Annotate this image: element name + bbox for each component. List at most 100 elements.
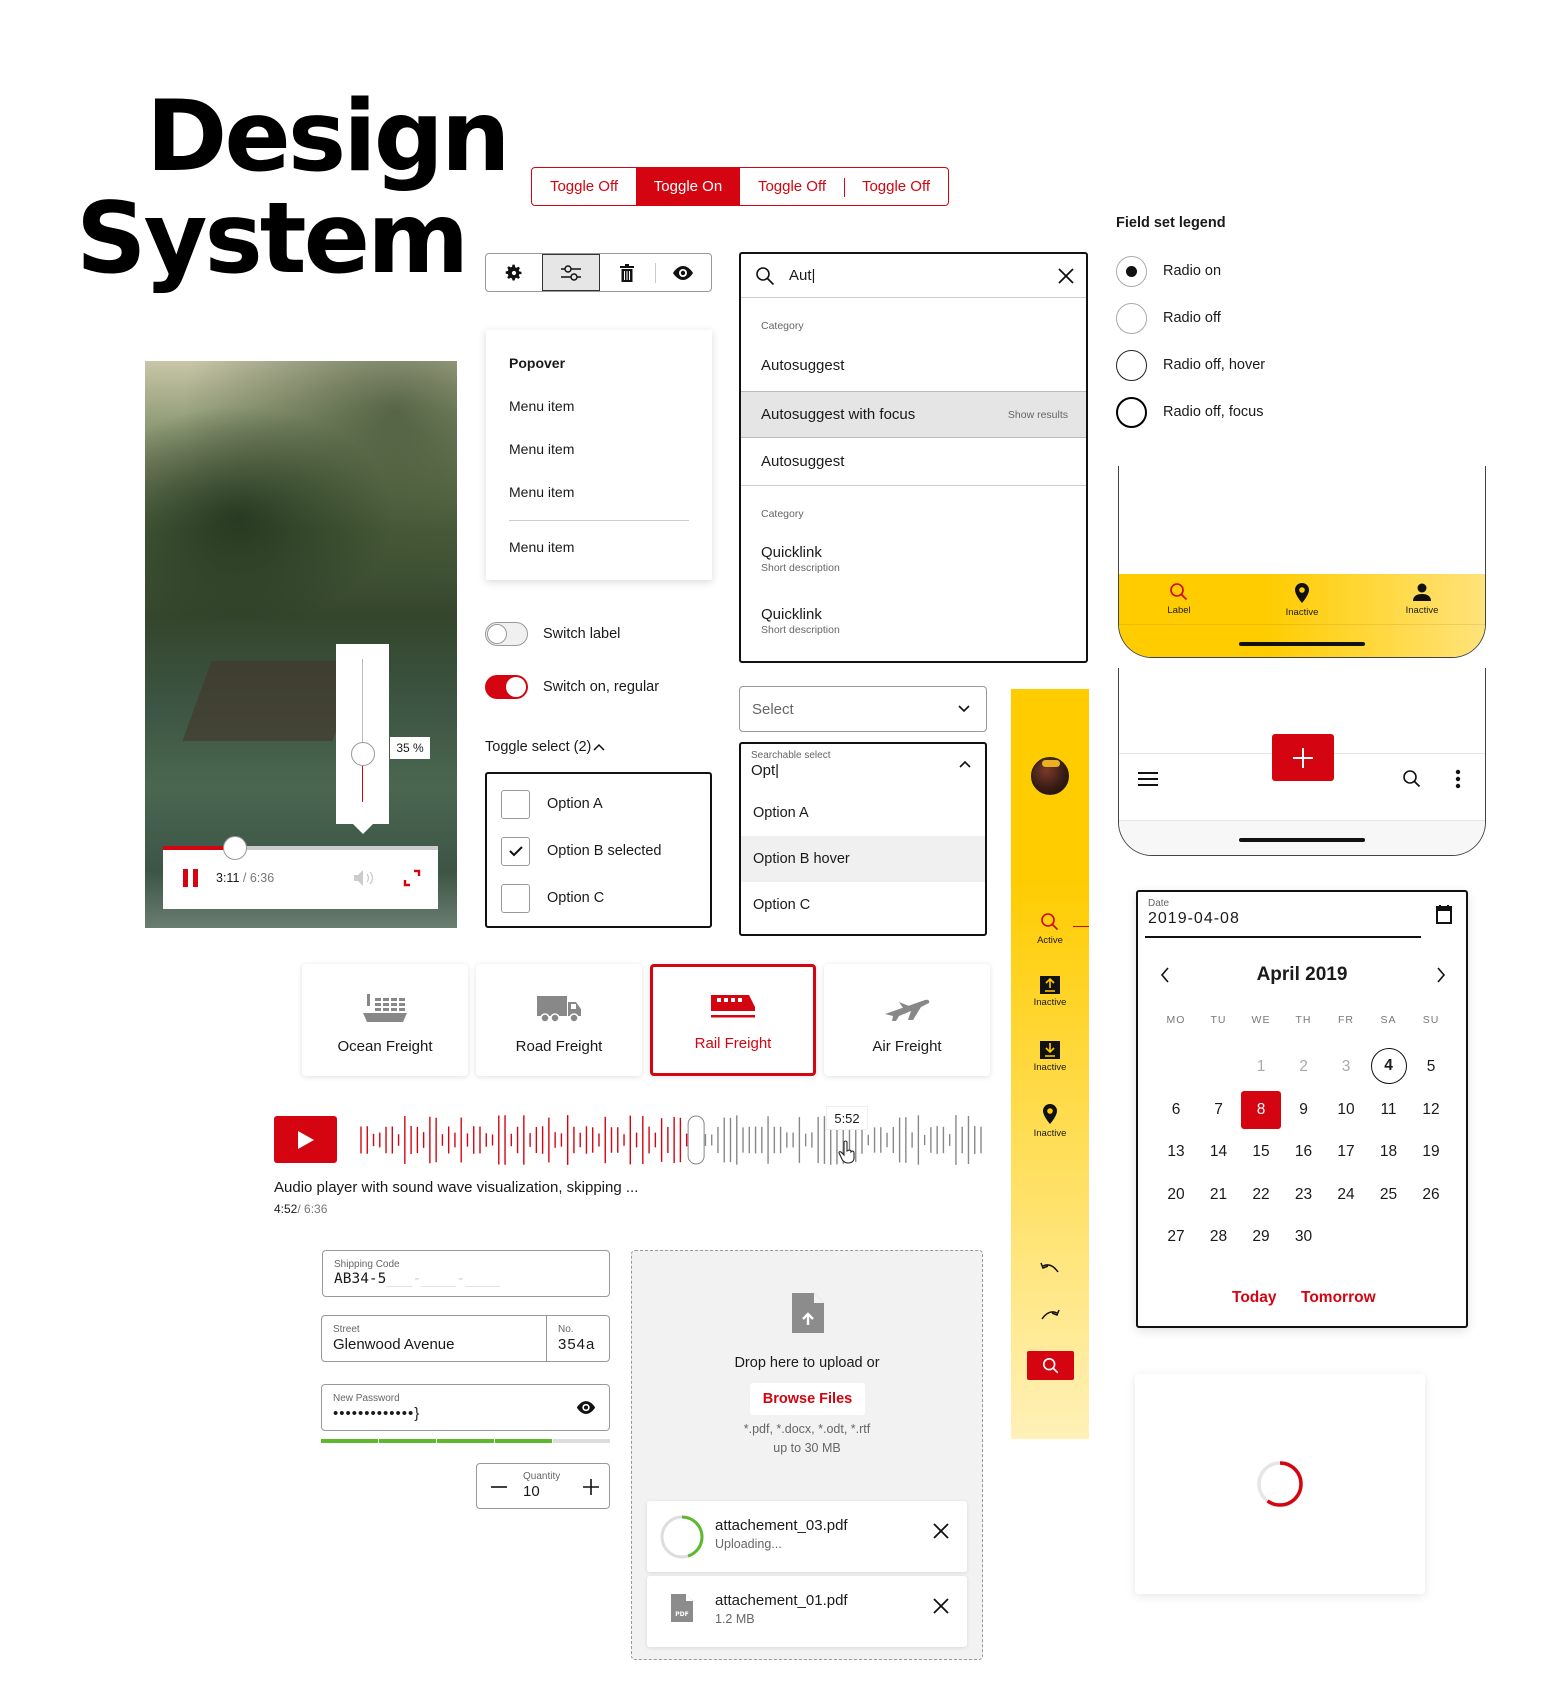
calendar-day[interactable]: 28 [1199, 1218, 1239, 1256]
waveform-scrubber[interactable] [687, 1115, 705, 1165]
calendar-icon[interactable] [1436, 904, 1452, 924]
audio-waveform[interactable] [357, 1112, 985, 1168]
calendar-day[interactable]: 17 [1326, 1133, 1366, 1171]
delete-button[interactable] [600, 254, 656, 291]
file-upload-dropzone[interactable]: Drop here to upload or Browse Files *.pd… [631, 1250, 983, 1660]
calendar-day[interactable]: 25 [1369, 1176, 1409, 1214]
date-input[interactable]: 2019-04-08 [1148, 910, 1240, 928]
side-nav-item-upload[interactable]: Inactive [1011, 976, 1089, 1008]
view-button[interactable] [655, 254, 711, 291]
redo-icon[interactable] [1040, 1309, 1060, 1323]
calendar-day[interactable]: 18 [1369, 1133, 1409, 1171]
freight-option-ocean[interactable]: Ocean Freight [302, 964, 468, 1076]
calendar-day[interactable]: 19 [1411, 1133, 1451, 1171]
quantity-input[interactable]: 10 [523, 1483, 540, 1500]
calendar-day[interactable]: 24 [1326, 1176, 1366, 1214]
house-number-field[interactable]: No. 354a [546, 1316, 609, 1361]
calendar-day[interactable]: 22 [1241, 1176, 1281, 1214]
search-icon[interactable] [1402, 769, 1422, 789]
calendar-day[interactable]: 27 [1156, 1218, 1196, 1256]
side-nav-item-active[interactable]: Active [1011, 912, 1089, 946]
radio-on[interactable] [1116, 256, 1147, 287]
select-option[interactable]: Option C [741, 882, 985, 928]
calendar-day[interactable]: 30 [1284, 1218, 1324, 1256]
calendar-day[interactable]: 14 [1199, 1133, 1239, 1171]
menu-item[interactable]: Menu item [509, 484, 574, 500]
close-icon[interactable] [933, 1598, 949, 1614]
suggestion-item-focused[interactable]: Autosuggest with focus Show results [741, 391, 1086, 438]
freight-option-road[interactable]: Road Freight [476, 964, 642, 1076]
calendar-day[interactable]: 16 [1284, 1133, 1324, 1171]
chevron-right-icon[interactable] [1436, 967, 1446, 983]
search-button[interactable] [1027, 1351, 1074, 1380]
eye-icon[interactable] [575, 1400, 597, 1415]
quicklink-item[interactable]: Quicklink Short description [741, 606, 1086, 636]
menu-item[interactable]: Menu item [509, 398, 574, 414]
menu-item[interactable]: Menu item [509, 441, 574, 457]
volume-handle[interactable] [351, 742, 375, 766]
calendar-day[interactable]: 20 [1156, 1176, 1196, 1214]
search-input[interactable]: Aut| [789, 267, 815, 284]
hamburger-menu-icon[interactable] [1137, 771, 1159, 787]
more-vertical-icon[interactable] [1455, 769, 1461, 789]
suggestion-item[interactable]: Autosuggest [741, 438, 1086, 485]
menu-item[interactable]: Menu item [509, 539, 574, 555]
calendar-day[interactable]: 29 [1241, 1218, 1281, 1256]
toggle-button-2[interactable]: Toggle On [636, 168, 740, 205]
radio-off-hover[interactable] [1116, 350, 1147, 381]
radio-off[interactable] [1116, 303, 1147, 334]
toggle-button-3[interactable]: Toggle Off [740, 168, 844, 205]
fullscreen-icon[interactable] [403, 869, 421, 887]
calendar-day[interactable]: 6 [1156, 1091, 1196, 1129]
filter-button[interactable] [541, 254, 600, 291]
calendar-day[interactable]: 21 [1199, 1176, 1239, 1214]
side-nav-item-download[interactable]: Inactive [1011, 1041, 1089, 1073]
calendar-day[interactable]: 15 [1241, 1133, 1281, 1171]
password-field[interactable]: New Password •••••••••••••} [321, 1384, 610, 1431]
radio-off-focus[interactable] [1116, 397, 1147, 428]
tab-item-location[interactable]: Inactive [1272, 582, 1332, 618]
shipping-code-field[interactable]: Shipping Code AB34-5___-____-____ [322, 1250, 610, 1297]
undo-icon[interactable] [1040, 1262, 1060, 1276]
add-fab-button[interactable] [1272, 734, 1334, 781]
select-option-hover[interactable]: Option B hover [741, 836, 985, 882]
audio-play-button[interactable] [274, 1116, 337, 1163]
tab-item-search[interactable]: Label [1149, 582, 1209, 616]
search-field[interactable]: Aut| [741, 254, 1086, 298]
switch-on[interactable] [485, 675, 528, 699]
today-button[interactable]: Today [1232, 1289, 1277, 1307]
chevron-up-icon[interactable] [959, 760, 971, 768]
tomorrow-button[interactable]: Tomorrow [1301, 1289, 1376, 1307]
calendar-day[interactable]: 23 [1284, 1176, 1324, 1214]
avatar[interactable] [1031, 757, 1069, 795]
checkbox-option-c[interactable] [501, 884, 530, 913]
calendar-day[interactable]: 13 [1156, 1133, 1196, 1171]
close-icon[interactable] [933, 1523, 949, 1539]
calendar-day[interactable]: 10 [1326, 1091, 1366, 1129]
volume-slider[interactable] [336, 644, 389, 834]
settings-button[interactable] [486, 254, 542, 291]
side-nav-item-location[interactable]: Inactive [1011, 1103, 1089, 1139]
street-field[interactable]: Street Glenwood Avenue [322, 1316, 546, 1361]
calendar-day[interactable]: 5 [1411, 1048, 1451, 1086]
calendar-day-today[interactable]: 4 [1370, 1048, 1407, 1084]
checkbox-option-b[interactable] [501, 837, 530, 866]
tab-item-profile[interactable]: Inactive [1392, 582, 1452, 616]
suggestion-item[interactable]: Autosuggest [741, 344, 1086, 386]
calendar-day[interactable]: 9 [1284, 1091, 1324, 1129]
calendar-day[interactable]: 11 [1369, 1091, 1409, 1129]
calendar-day[interactable]: 12 [1411, 1091, 1451, 1129]
pause-icon[interactable] [183, 869, 199, 887]
toggle-button-1[interactable]: Toggle Off [532, 168, 636, 205]
toggle-select-header[interactable]: Toggle select (2) [485, 739, 605, 755]
select-option[interactable]: Option A [741, 790, 985, 836]
volume-icon[interactable] [353, 869, 375, 887]
minus-icon[interactable] [491, 1486, 507, 1488]
freight-option-rail[interactable]: Rail Freight [650, 964, 816, 1076]
calendar-day-selected[interactable]: 8 [1241, 1090, 1281, 1129]
switch-off[interactable] [485, 622, 528, 646]
plus-icon[interactable] [583, 1479, 599, 1495]
browse-files-button[interactable]: Browse Files [750, 1383, 865, 1415]
show-results-link[interactable]: Show results [1008, 409, 1068, 421]
toggle-button-4[interactable]: Toggle Off [844, 168, 948, 205]
